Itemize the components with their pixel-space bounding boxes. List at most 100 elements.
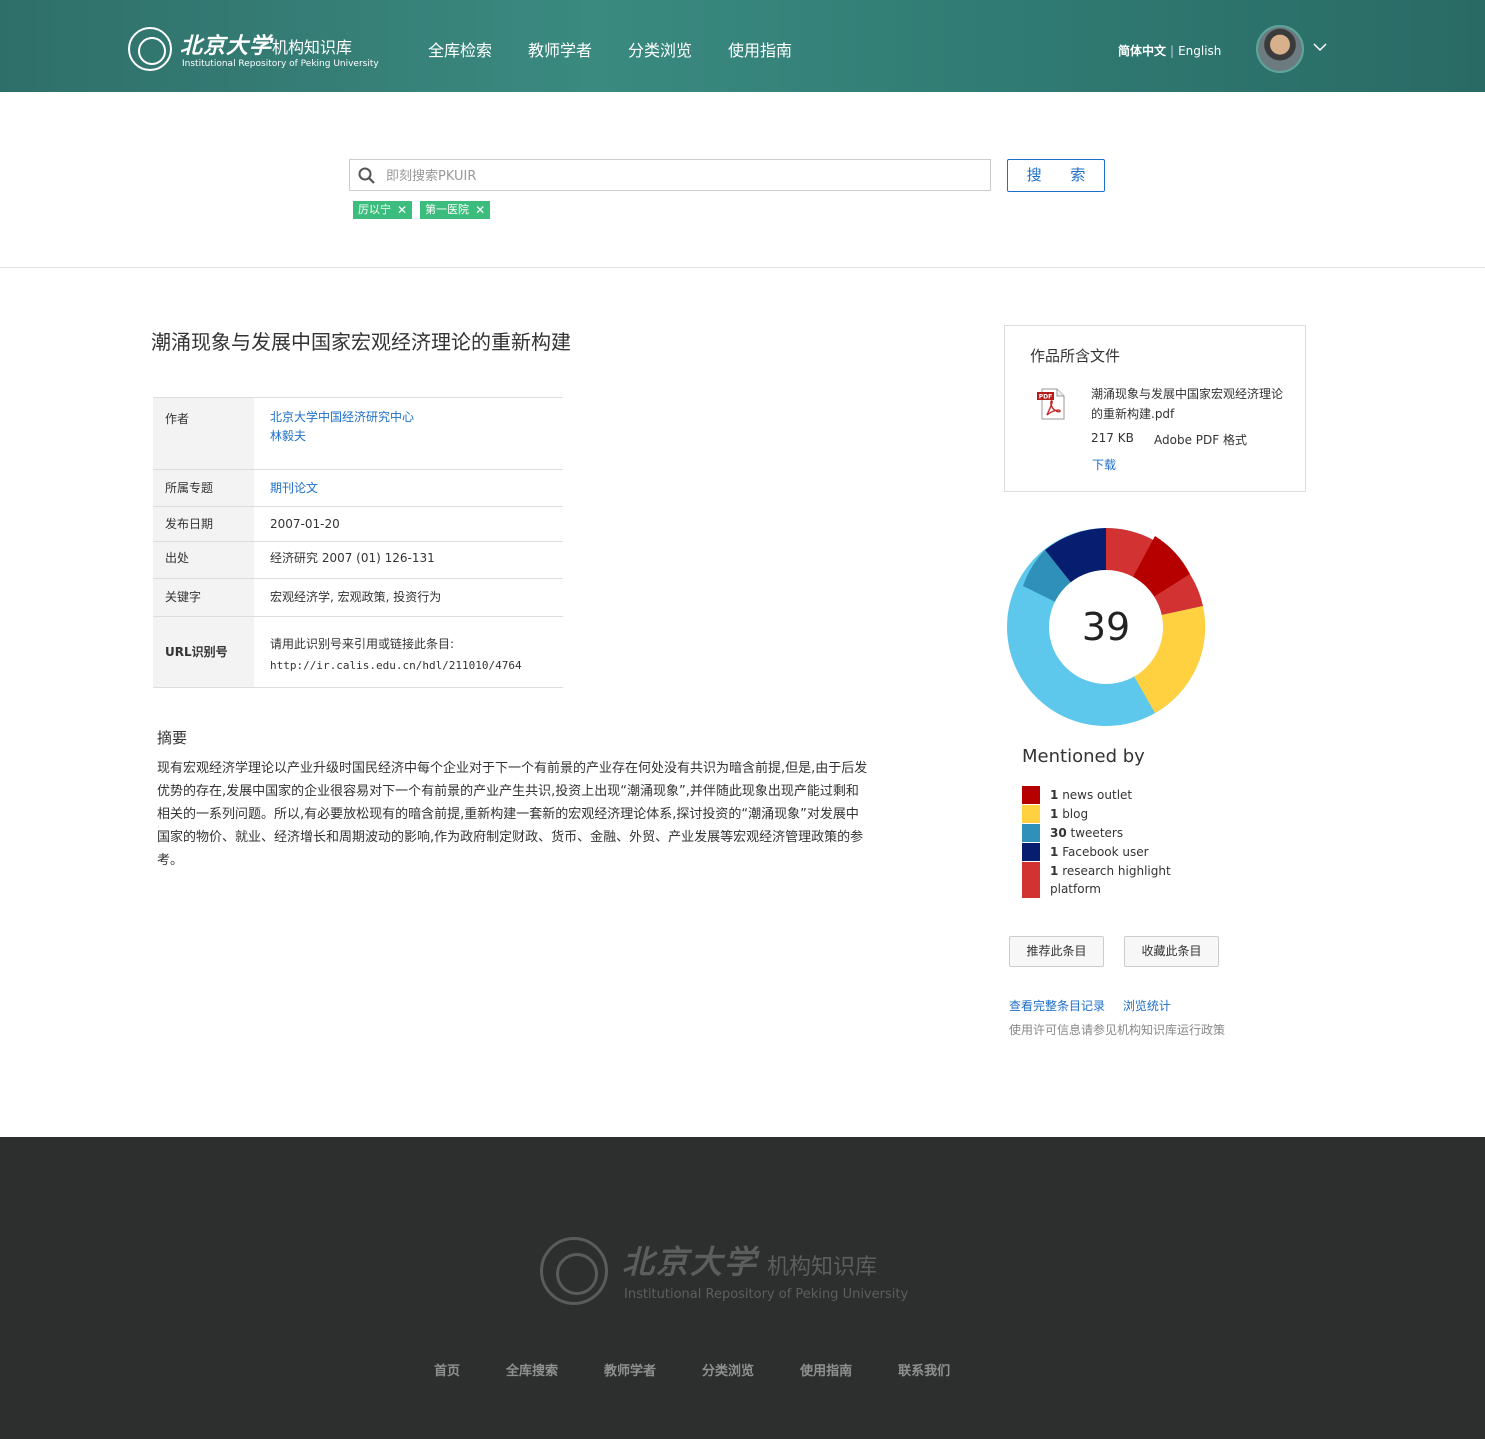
user-avatar[interactable]	[1256, 25, 1304, 73]
footer-link-search[interactable]: 全库搜索	[506, 1360, 558, 1379]
footer-logo-chinese: 北京大学	[622, 1243, 759, 1281]
stats-link[interactable]: 浏览统计	[1123, 999, 1171, 1013]
top-header: 北京大学 机构知识库 Institutional Repository of P…	[0, 0, 1485, 92]
recommend-button[interactable]: 推荐此条目	[1009, 936, 1104, 967]
meta-row-topic: 所属专题 期刊论文	[153, 470, 563, 507]
meta-key: 所属专题	[153, 470, 254, 506]
topic-link[interactable]: 期刊论文	[254, 470, 563, 506]
nav-item-browse[interactable]: 分类浏览	[628, 37, 692, 61]
logo-chinese: 北京大学	[180, 33, 273, 59]
mention-label: tweeters	[1070, 826, 1124, 840]
close-icon[interactable]: ✕	[397, 201, 407, 219]
footer-logo-english: Institutional Repository of Peking Unive…	[624, 1287, 909, 1302]
footer-logo-subtitle: 机构知识库	[767, 1255, 878, 1280]
handle-url[interactable]: http://ir.calis.edu.cn/hdl/211010/4764	[270, 655, 563, 676]
mention-item[interactable]: 1 blog	[1022, 805, 1222, 823]
item-title: 潮涌现象与发展中国家宏观经济理论的重新构建	[151, 330, 571, 354]
mention-label: blog	[1062, 807, 1089, 821]
meta-value: 宏观经济学, 宏观政策, 投资行为	[270, 590, 442, 604]
search-tag: 第一医院 ✕	[420, 201, 491, 219]
nav-item-scholars[interactable]: 教师学者	[528, 37, 592, 61]
abstract-text: 现有宏观经济学理论以产业升级时国民经济中每个企业对于下一个有前景的产业存在何处没…	[157, 761, 868, 868]
lang-chinese[interactable]: 简体中文	[1118, 44, 1166, 58]
meta-value: 北京大学中国经济研究中心 林毅夫	[254, 398, 563, 469]
altmetric-donut[interactable]: 39	[1005, 526, 1207, 728]
mention-count: 1	[1050, 807, 1059, 821]
mention-count: 1	[1050, 845, 1059, 859]
mention-item[interactable]: 1 news outlet	[1022, 786, 1222, 804]
chevron-down-icon[interactable]	[1313, 40, 1327, 54]
meta-row-source: 出处 经济研究 2007 (01) 126-131	[153, 542, 563, 579]
files-panel-title: 作品所含文件	[1030, 347, 1121, 365]
full-record-link[interactable]: 查看完整条目记录	[1009, 999, 1105, 1013]
meta-row-keywords: 关键字 宏观经济学, 宏观政策, 投资行为	[153, 579, 563, 617]
search-button[interactable]: 搜 索	[1007, 159, 1105, 192]
meta-key: 出处	[153, 542, 254, 578]
meta-key: 发布日期	[153, 507, 254, 541]
footer-link-browse[interactable]: 分类浏览	[702, 1360, 754, 1379]
meta-row-url: URL识别号 请用此识别号来引用或链接此条目: http://ir.calis.…	[153, 617, 563, 688]
mention-item[interactable]: 30 tweeters	[1022, 824, 1222, 842]
footer-link-scholars[interactable]: 教师学者	[604, 1360, 656, 1379]
logo-subtitle: 机构知识库	[272, 38, 353, 57]
nav-item-guide[interactable]: 使用指南	[728, 37, 792, 61]
mention-label: research highlight platform	[1050, 864, 1171, 896]
mention-label: news outlet	[1062, 788, 1133, 802]
mention-swatch	[1022, 805, 1040, 823]
language-switcher: 简体中文 | English	[1118, 42, 1221, 59]
meta-row-authors: 作者 北京大学中国经济研究中心 林毅夫	[153, 398, 563, 470]
footer-nav: 首页 全库搜索 教师学者 分类浏览 使用指南 联系我们	[434, 1360, 996, 1379]
logo-english: Institutional Repository of Peking Unive…	[182, 59, 379, 69]
meta-value: 请用此识别号来引用或链接此条目: http://ir.calis.edu.cn/…	[254, 617, 563, 687]
pku-seal-icon	[128, 27, 172, 71]
file-format: Adobe PDF 格式	[1154, 433, 1247, 447]
meta-value: 2007-01-20	[270, 517, 340, 531]
mention-item[interactable]: 1 research highlight platform	[1022, 862, 1222, 898]
mention-label: Facebook user	[1062, 845, 1149, 859]
mention-swatch	[1022, 862, 1040, 898]
mention-text: 1 news outlet	[1050, 786, 1132, 804]
favorite-button[interactable]: 收藏此条目	[1124, 936, 1219, 967]
mention-item[interactable]: 1 Facebook user	[1022, 843, 1222, 861]
mention-swatch	[1022, 843, 1040, 861]
site-logo[interactable]: 北京大学 机构知识库 Institutional Repository of P…	[128, 26, 379, 74]
mentions-list: 1 news outlet 1 blog 30 tweeters 1 Faceb…	[1022, 786, 1222, 899]
file-size: 217 KB	[1091, 431, 1134, 445]
url-hint: 请用此识别号来引用或链接此条目:	[270, 637, 455, 651]
nav-item-search[interactable]: 全库检索	[428, 37, 492, 61]
mention-text: 1 Facebook user	[1050, 843, 1149, 861]
tag-label: 第一医院	[425, 203, 470, 216]
footer-link-guide[interactable]: 使用指南	[800, 1360, 852, 1379]
footer-link-contact[interactable]: 联系我们	[898, 1360, 950, 1379]
mention-count: 1	[1050, 864, 1059, 878]
search-tags: 厉以宁 ✕ 第一医院 ✕	[353, 201, 498, 219]
mention-swatch	[1022, 824, 1040, 842]
meta-key: URL识别号	[153, 617, 254, 687]
search-icon	[358, 167, 375, 184]
altmetric-score: 39	[1082, 605, 1130, 649]
footer-seal-icon	[540, 1237, 608, 1305]
metadata-table: 作者 北京大学中国经济研究中心 林毅夫 所属专题 期刊论文 发布日期 2007-…	[153, 397, 563, 688]
lang-separator: |	[1170, 44, 1175, 58]
side-links: 查看完整条目记录 浏览统计	[1009, 997, 1185, 1014]
license-policy-text: 使用许可信息请参见机构知识库运行政策	[1009, 1023, 1226, 1037]
lang-english[interactable]: English	[1178, 44, 1221, 58]
mention-text: 30 tweeters	[1050, 824, 1123, 842]
files-panel: 作品所含文件 PDF 潮涌现象与发展中国家宏观经济理论的重新构建.pdf 217…	[1004, 325, 1306, 492]
file-name[interactable]: 潮涌现象与发展中国家宏观经济理论的重新构建.pdf	[1091, 384, 1291, 424]
pdf-file-icon: PDF	[1037, 388, 1065, 420]
mention-count: 30	[1050, 826, 1067, 840]
close-icon[interactable]: ✕	[475, 201, 485, 219]
search-box	[349, 159, 991, 191]
abstract-heading: 摘要	[157, 729, 188, 747]
meta-value: 经济研究 2007 (01) 126-131	[270, 551, 435, 565]
svg-text:PDF: PDF	[1039, 394, 1052, 401]
mention-text: 1 blog	[1050, 805, 1088, 823]
mentioned-by-heading: Mentioned by	[1022, 746, 1145, 767]
footer-link-home[interactable]: 首页	[434, 1360, 460, 1379]
download-link[interactable]: 下载	[1092, 456, 1116, 473]
search-input[interactable]	[386, 166, 976, 186]
footer: 北京大学 机构知识库 Institutional Repository of P…	[0, 1137, 1485, 1439]
author-link[interactable]: 北京大学中国经济研究中心	[270, 408, 563, 427]
author-link[interactable]: 林毅夫	[270, 427, 563, 446]
